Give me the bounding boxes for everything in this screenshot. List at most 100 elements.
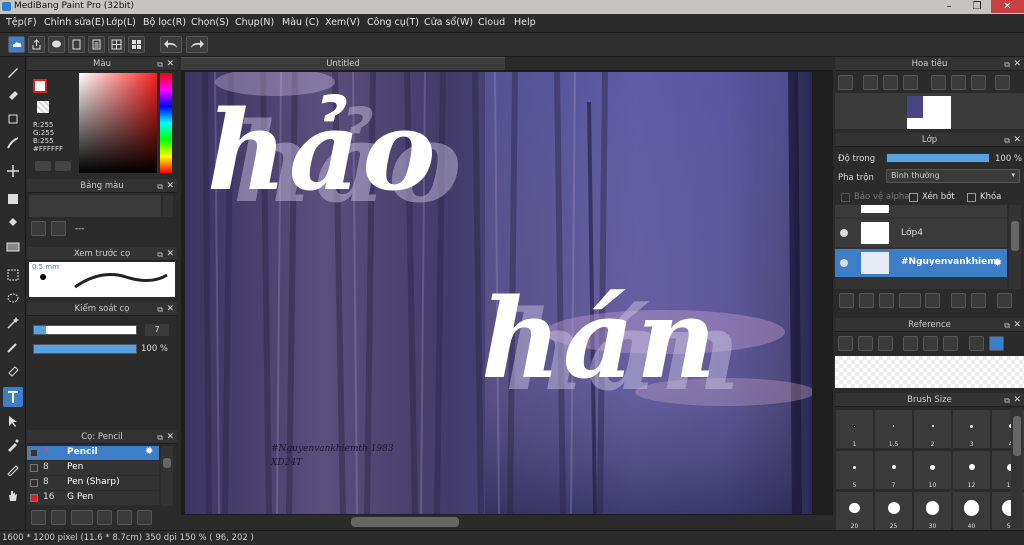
lock-checkbox[interactable] <box>967 193 976 202</box>
lasso-tool-icon[interactable] <box>3 289 23 309</box>
brush-list-item[interactable]: 8 Pen <box>27 461 159 475</box>
settings-gear-icon[interactable]: ✹ <box>145 446 153 457</box>
brush-list-item[interactable]: 7 Pencil ✹ <box>27 446 159 460</box>
close-icon[interactable]: ✕ <box>1013 393 1021 407</box>
layer-scrollbar[interactable] <box>1009 205 1021 289</box>
eyedropper-icon[interactable] <box>969 336 984 351</box>
visibility-icon[interactable] <box>840 259 848 267</box>
brush-size-option[interactable]: 20 <box>836 492 873 530</box>
scrollbar-thumb[interactable] <box>351 517 459 527</box>
brush-size-value[interactable]: 7 <box>145 324 169 336</box>
navigator-preview[interactable] <box>835 93 1024 129</box>
blur-tool-icon[interactable] <box>3 133 23 153</box>
background-color-swatch[interactable] <box>37 101 49 113</box>
fit-icon[interactable] <box>883 75 898 90</box>
brush-size-option[interactable]: 40 <box>953 492 990 530</box>
menu-select[interactable]: Chọn(S) <box>191 17 229 28</box>
pin-icon[interactable]: ⧉ <box>157 431 163 445</box>
close-reference-icon[interactable] <box>878 336 893 351</box>
color-mode-button[interactable] <box>35 161 51 171</box>
brush-list-item[interactable]: 16 G Pen <box>27 491 159 505</box>
canvas-tab[interactable]: Untitled <box>181 57 505 70</box>
close-icon[interactable]: ✕ <box>166 302 174 316</box>
brush-size-option[interactable]: 10 <box>914 451 951 489</box>
pin-icon[interactable]: ⧉ <box>157 58 163 72</box>
brush-size-scrollbar[interactable] <box>1011 408 1023 528</box>
zoom-out-icon[interactable] <box>903 75 918 90</box>
export-icon[interactable] <box>28 36 45 53</box>
dot-tool-icon[interactable] <box>3 109 23 129</box>
grid-icon[interactable] <box>108 36 125 53</box>
hand-tool-icon[interactable] <box>3 485 23 505</box>
pin-icon[interactable]: ⧉ <box>1004 134 1010 148</box>
menu-cloud[interactable]: Cloud <box>478 17 505 28</box>
brush-folder-icon[interactable] <box>117 510 132 525</box>
brush-size-option[interactable]: 1 <box>836 410 873 448</box>
pin-icon[interactable]: ⧉ <box>1004 319 1010 333</box>
brush-settings-icon[interactable] <box>51 510 66 525</box>
add-brush-icon[interactable] <box>31 510 46 525</box>
select-eraser-tool-icon[interactable] <box>3 361 23 381</box>
delete-layer-icon[interactable] <box>997 293 1012 308</box>
close-icon[interactable]: ✕ <box>1013 133 1021 147</box>
panels-icon[interactable] <box>128 36 145 53</box>
gradient-tool-icon[interactable] <box>3 237 23 257</box>
brush-menu-icon[interactable] <box>71 510 93 525</box>
palette-scrollbar[interactable] <box>163 195 173 217</box>
protect-alpha-checkbox[interactable] <box>841 193 850 202</box>
eyedropper-tool-icon[interactable] <box>3 435 23 455</box>
menu-capture[interactable]: Chụp(N) <box>235 17 274 28</box>
brush-size-slider[interactable] <box>33 325 137 335</box>
blend-mode-select[interactable]: Bình thường ▾ <box>886 169 1020 183</box>
settings-gear-icon[interactable]: ✹ <box>993 256 1002 269</box>
menu-edit[interactable]: Chỉnh sửa(E) <box>44 17 105 28</box>
layer-folder-icon[interactable] <box>925 293 940 308</box>
new-layer-1bit-icon[interactable] <box>879 293 894 308</box>
zoom-in-icon[interactable] <box>903 336 918 351</box>
brush-tool-icon[interactable] <box>3 62 23 82</box>
page-icon[interactable] <box>68 36 85 53</box>
clipping-checkbox[interactable] <box>909 193 918 202</box>
zoom-in-icon[interactable] <box>838 75 853 90</box>
canvas-area[interactable]: hảo hảo hán hán #Nguyenvankhiemth 1983 X… <box>181 70 833 515</box>
new-layer-icon[interactable] <box>839 293 854 308</box>
shape-fill-tool-icon[interactable] <box>3 189 23 209</box>
brush-duplicate-icon[interactable] <box>137 510 152 525</box>
menu-color[interactable]: Màu (C) <box>282 17 319 28</box>
brush-list-item[interactable]: 8 Pen (Sharp) <box>27 476 159 490</box>
open-reference-icon[interactable] <box>858 336 873 351</box>
color-mode-button-2[interactable] <box>55 161 71 171</box>
pin-icon[interactable]: ⧉ <box>1004 394 1010 408</box>
artwork[interactable]: hảo hảo hán hán #Nguyenvankhiemth 1983 X… <box>185 72 812 514</box>
brush-list-scrollbar[interactable] <box>161 446 173 506</box>
restore-button[interactable]: ❐ <box>963 0 991 13</box>
menu-tools[interactable]: Công cụ(T) <box>367 17 419 28</box>
layer-menu-icon[interactable] <box>899 293 921 308</box>
brush-size-option[interactable]: 12 <box>953 451 990 489</box>
select-tool-icon[interactable] <box>3 265 23 285</box>
fit-icon[interactable] <box>923 336 938 351</box>
pin-icon[interactable]: ⧉ <box>1004 58 1010 72</box>
close-icon[interactable]: ✕ <box>166 179 174 193</box>
cloud-icon[interactable] <box>8 36 25 53</box>
comment-icon[interactable] <box>48 36 65 53</box>
hand-icon[interactable] <box>989 336 1004 351</box>
minimize-button[interactable]: – <box>935 0 963 13</box>
brush-size-option[interactable]: 7 <box>875 451 912 489</box>
merge-layer-icon[interactable] <box>971 293 986 308</box>
flip-icon[interactable] <box>995 75 1010 90</box>
menu-help[interactable]: Help <box>514 17 536 28</box>
canvas-horizontal-scrollbar[interactable] <box>181 515 833 529</box>
brush-size-option[interactable]: 3 <box>953 410 990 448</box>
palette-area[interactable] <box>29 195 161 217</box>
reference-area[interactable] <box>835 356 1024 388</box>
layer-opacity-slider[interactable] <box>886 153 990 163</box>
pin-icon[interactable]: ⧉ <box>157 180 163 194</box>
pen-tool-icon[interactable] <box>3 459 23 479</box>
layer-row-partial[interactable] <box>835 205 1007 217</box>
layer-row-selected[interactable]: #Nguyenvankhiem ✹ <box>835 249 1007 277</box>
eraser-tool-icon[interactable] <box>3 85 23 105</box>
brush-size-option[interactable]: 25 <box>875 492 912 530</box>
move-tool-icon[interactable] <box>3 161 23 181</box>
pin-icon[interactable]: ⧉ <box>157 303 163 317</box>
